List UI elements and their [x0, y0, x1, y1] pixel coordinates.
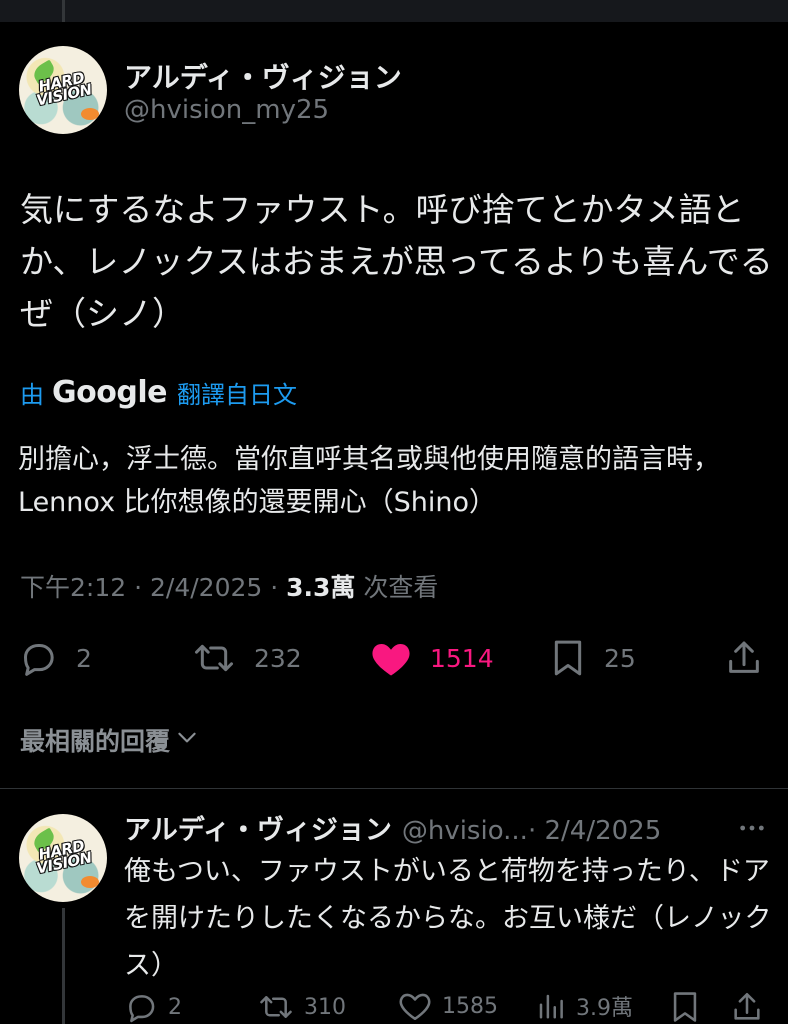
replies-sort-dropdown[interactable]: 最相關的回覆: [20, 722, 200, 758]
heart-icon: [370, 638, 412, 678]
translation-source-label[interactable]: 翻譯自日文: [177, 375, 297, 410]
reply-count: 2: [76, 643, 92, 673]
reply-views-count: 3.9萬: [576, 996, 633, 1021]
avatar-splash-shape: [81, 108, 99, 120]
reply-header: アルディ・ヴィジョン @hvisio... · 2/4/2025: [124, 808, 661, 847]
meta-separator: ·: [134, 573, 150, 602]
share-button[interactable]: [724, 638, 764, 678]
speech-bubble-icon: [18, 638, 58, 678]
translated-text: 別擔心，浮士德。當你直呼其名或與他使用隨意的語言時，Lennox 比你想像的還要…: [18, 444, 720, 518]
translation-attribution[interactable]: 由 Google 翻譯自日文: [20, 372, 297, 412]
tweet-text: 気にするなよファウスト。呼び捨てとかタメ語とか、レノックスはおまえが思ってるより…: [20, 190, 773, 333]
reply-like-count: 1585: [442, 993, 498, 1019]
tweet-detail-page: HARD VISION アルディ・ヴィジョン @hvision_my25 気にす…: [0, 0, 788, 1024]
reply-reply-count: 2: [168, 994, 182, 1020]
reply-thread-line: [62, 908, 65, 1024]
translation-by-label: 由: [20, 380, 44, 409]
more-dots-icon[interactable]: [736, 812, 768, 848]
retweet-count: 232: [254, 643, 302, 673]
reply-views-button[interactable]: 3.9萬: [536, 990, 633, 1022]
like-button[interactable]: 1514: [370, 638, 494, 678]
replies-sort-label: 最相關的回覆: [20, 727, 171, 756]
reply-reply-button[interactable]: 2: [124, 990, 182, 1024]
views-count[interactable]: 3.3萬: [286, 573, 355, 602]
share-icon: [730, 990, 764, 1024]
bookmark-count: 25: [604, 643, 636, 673]
thread-line: [62, 0, 65, 22]
retweet-icon: [192, 638, 236, 678]
section-divider: [0, 788, 788, 789]
google-logo-text: Google: [52, 374, 167, 410]
meta-separator: ·: [270, 573, 287, 602]
reply-author-handle[interactable]: @hvisio...: [402, 816, 528, 846]
reply-bookmark-button[interactable]: [670, 990, 700, 1024]
bookmark-button[interactable]: 25: [550, 638, 636, 678]
chevron-down-icon: [174, 724, 200, 756]
speech-bubble-icon: [124, 990, 158, 1024]
reply-retweet-button[interactable]: 310: [258, 990, 346, 1024]
author-name[interactable]: アルディ・ヴィジョン: [124, 56, 402, 96]
tweet-time[interactable]: 下午2:12: [20, 573, 126, 602]
bookmark-icon: [550, 638, 586, 678]
reply-retweet-count: 310: [304, 994, 346, 1020]
retweet-icon: [258, 990, 294, 1024]
avatar-splash-shape: [81, 876, 99, 888]
reply-share-button[interactable]: [730, 990, 764, 1024]
heart-icon: [398, 990, 432, 1022]
bookmark-icon: [670, 990, 700, 1024]
reply-text: 俺もつい、ファウストがいると荷物を持ったり、ドアを開けたりしたくなるからな。お互…: [124, 856, 772, 981]
reply-button[interactable]: 2: [18, 638, 92, 678]
retweet-button[interactable]: 232: [192, 638, 302, 678]
bar-chart-icon: [536, 990, 566, 1022]
views-label: 次查看: [363, 573, 439, 602]
tweet-date[interactable]: 2/4/2025: [150, 573, 262, 602]
top-bar: [0, 0, 788, 22]
tweet-metadata: 下午2:12 · 2/4/2025 · 3.3萬 次查看: [20, 568, 438, 604]
reply-like-button[interactable]: 1585: [398, 990, 498, 1022]
reply-author-name[interactable]: アルディ・ヴィジョン: [124, 808, 392, 847]
reply-date[interactable]: · 2/4/2025: [528, 816, 661, 846]
reply-author-avatar[interactable]: HARD VISION: [19, 814, 107, 902]
author-handle[interactable]: @hvision_my25: [124, 95, 329, 125]
like-count: 1514: [430, 643, 494, 673]
author-avatar[interactable]: HARD VISION: [19, 46, 107, 134]
share-icon: [724, 638, 764, 678]
